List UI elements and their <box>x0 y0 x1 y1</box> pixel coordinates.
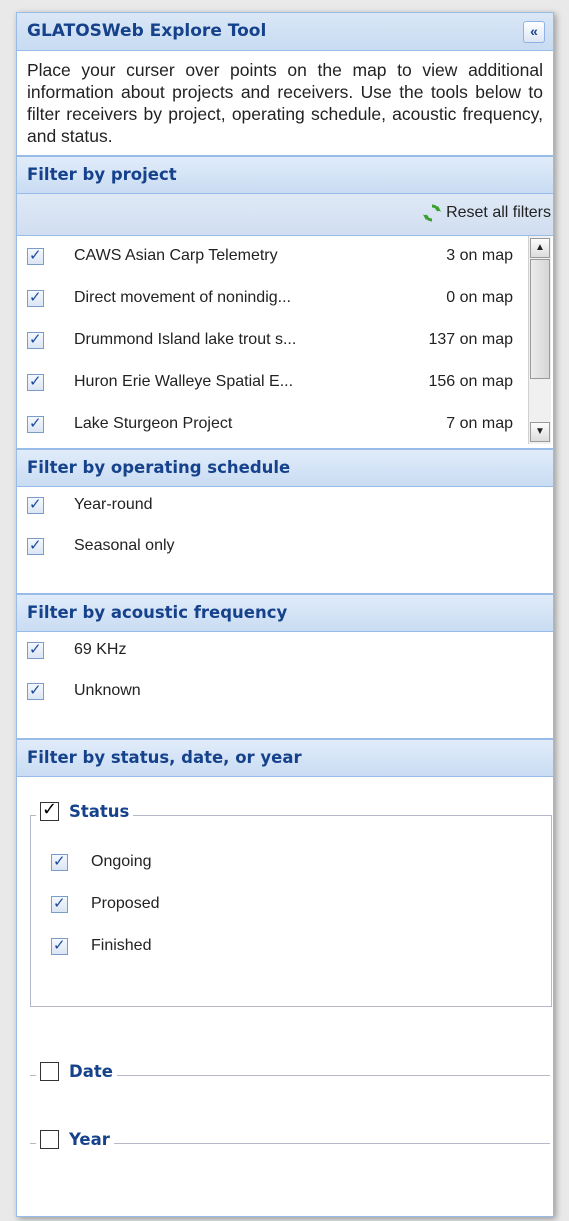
project-name: Direct movement of nonindig... <box>74 289 291 306</box>
status-option[interactable]: Proposed <box>31 886 551 927</box>
status-filter-body: Ongoing Proposed Finished Status Date Ye <box>17 777 553 1177</box>
status-group-toggle[interactable]: Status <box>36 799 134 821</box>
frequency-option[interactable]: 69 KHz <box>17 632 553 673</box>
project-row[interactable]: Huron Erie Walleye Spatial E... 156 on m… <box>17 364 527 400</box>
status-group-label: Status <box>69 802 130 821</box>
project-name: Huron Erie Walleye Spatial E... <box>74 373 294 390</box>
schedule-checkbox[interactable] <box>27 495 44 514</box>
schedule-checkbox[interactable] <box>27 536 44 555</box>
schedule-option[interactable]: Seasonal only <box>17 528 553 569</box>
frequency-filter-header[interactable]: Filter by acoustic frequency <box>17 594 553 632</box>
reset-all-filters-label: Reset all filters <box>446 204 551 221</box>
status-group-checkbox[interactable] <box>40 799 59 821</box>
project-checkbox[interactable] <box>27 330 44 349</box>
schedule-label: Seasonal only <box>74 537 175 554</box>
status-filter-header[interactable]: Filter by status, date, or year <box>17 739 553 777</box>
year-group-toggle[interactable]: Year <box>36 1130 114 1149</box>
status-checkbox[interactable] <box>51 852 68 871</box>
project-filter-header[interactable]: Filter by project <box>17 156 553 194</box>
status-label: Ongoing <box>91 853 152 870</box>
project-name: Drummond Island lake trout s... <box>74 331 297 348</box>
status-checkbox[interactable] <box>51 936 68 955</box>
year-group-checkbox[interactable] <box>40 1130 59 1149</box>
status-label: Finished <box>91 937 152 954</box>
frequency-list: 69 KHz Unknown <box>17 632 553 739</box>
project-count: 7 on map <box>446 415 513 432</box>
project-row[interactable]: Lake Sturgeon Project 7 on map <box>17 406 527 442</box>
schedule-filter-header[interactable]: Filter by operating schedule <box>17 449 553 487</box>
reset-all-filters-button[interactable]: Reset all filters <box>422 203 551 223</box>
frequency-filter-heading: Filter by acoustic frequency <box>27 603 288 622</box>
project-count: 156 on map <box>428 373 513 390</box>
project-count: 137 on map <box>428 331 513 348</box>
intro-text: Place your curser over points on the map… <box>17 51 553 156</box>
collapse-panel-button[interactable]: « <box>523 21 545 43</box>
panel-title: GLATOSWeb Explore Tool <box>27 21 267 41</box>
schedule-option[interactable]: Year-round <box>17 487 553 528</box>
project-list-scrollbar[interactable]: ▲ ▼ <box>528 236 551 444</box>
scroll-up-arrow-icon[interactable]: ▲ <box>530 238 550 258</box>
project-checkbox[interactable] <box>27 288 44 307</box>
year-group-label: Year <box>69 1130 110 1149</box>
schedule-list: Year-round Seasonal only <box>17 487 553 594</box>
frequency-label: 69 KHz <box>74 641 127 658</box>
project-checkbox[interactable] <box>27 246 44 265</box>
frequency-checkbox[interactable] <box>27 640 44 659</box>
status-option[interactable]: Ongoing <box>31 844 551 885</box>
status-fieldset: Ongoing Proposed Finished <box>30 815 552 1007</box>
schedule-label: Year-round <box>74 496 153 513</box>
frequency-checkbox[interactable] <box>27 681 44 700</box>
project-name: CAWS Asian Carp Telemetry <box>74 247 278 264</box>
frequency-option[interactable]: Unknown <box>17 673 553 714</box>
project-filter-toolbar: Reset all filters <box>17 194 553 236</box>
status-option[interactable]: Finished <box>31 928 551 969</box>
project-checkbox[interactable] <box>27 414 44 433</box>
project-name: Lake Sturgeon Project <box>74 415 233 432</box>
project-count: 0 on map <box>446 289 513 306</box>
refresh-icon <box>423 204 442 222</box>
project-row[interactable]: Direct movement of nonindig... 0 on map <box>17 280 527 316</box>
date-group-toggle[interactable]: Date <box>36 1062 117 1081</box>
scroll-thumb[interactable] <box>530 259 550 379</box>
project-list: CAWS Asian Carp Telemetry 3 on map Direc… <box>17 236 553 449</box>
status-checkbox[interactable] <box>51 894 68 913</box>
project-checkbox[interactable] <box>27 372 44 391</box>
status-label: Proposed <box>91 895 160 912</box>
date-group-label: Date <box>69 1062 113 1081</box>
project-count: 3 on map <box>446 247 513 264</box>
project-row[interactable]: CAWS Asian Carp Telemetry 3 on map <box>17 238 527 274</box>
project-filter-heading: Filter by project <box>27 165 177 184</box>
panel-titlebar: GLATOSWeb Explore Tool « <box>17 13 553 51</box>
schedule-filter-heading: Filter by operating schedule <box>27 458 291 477</box>
scroll-down-arrow-icon[interactable]: ▼ <box>530 422 550 442</box>
frequency-label: Unknown <box>74 682 141 699</box>
status-filter-heading: Filter by status, date, or year <box>27 748 302 767</box>
explore-tool-panel: GLATOSWeb Explore Tool « Place your curs… <box>16 12 554 1217</box>
date-group-checkbox[interactable] <box>40 1062 59 1081</box>
project-row[interactable]: Drummond Island lake trout s... 137 on m… <box>17 322 527 358</box>
